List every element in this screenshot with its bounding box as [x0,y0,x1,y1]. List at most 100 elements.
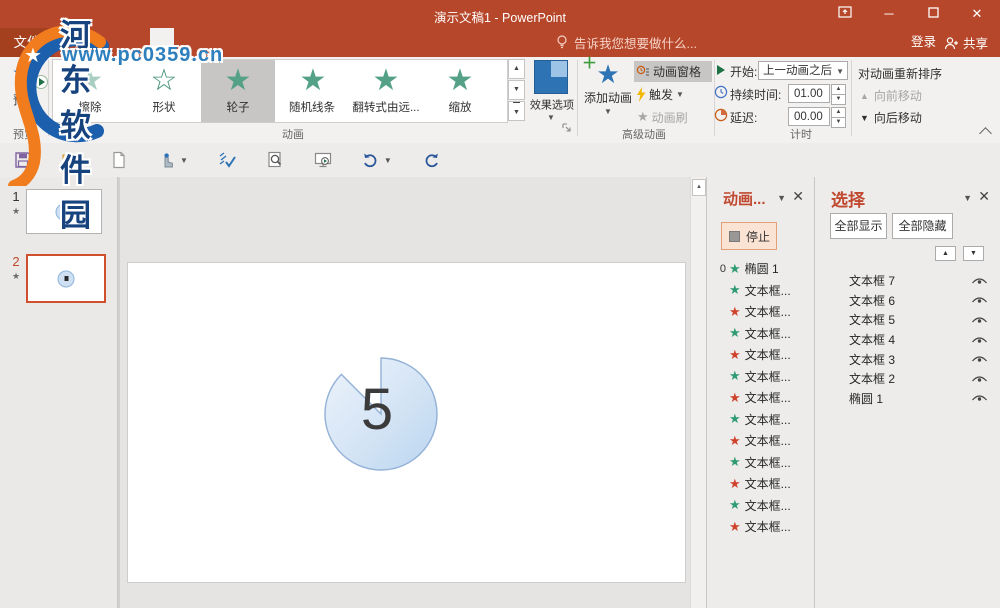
show-all-button[interactable]: 全部显示 [830,213,887,239]
trigger-dropdown-arrow[interactable]: ▼ [676,90,684,99]
anim-item-textbox[interactable]: ★ 文本框... [717,516,812,538]
tab-insert[interactable] [78,28,102,57]
anim-item-textbox[interactable]: ★ 文本框... [717,387,812,409]
animation-dialog-launcher[interactable] [562,123,572,133]
anim-item-textbox[interactable]: ★ 文本框... [717,280,812,302]
tell-me-box[interactable]: 告诉我您想要做什么... [556,28,697,57]
duration-spinner[interactable]: ▲▼ [831,84,846,105]
selection-move-down-button[interactable]: ▼ [963,246,984,261]
spell-check-button[interactable] [218,151,236,169]
visibility-eye-icon[interactable] [971,335,988,345]
pointer-mode-dropdown-arrow[interactable]: ▼ [180,156,188,165]
selection-move-up-button[interactable]: ▲ [935,246,956,261]
sel-item-textbox-2[interactable]: 文本框 2 [815,369,1000,389]
tab-design[interactable] [102,28,126,57]
sel-item-ellipse-1[interactable]: 椭圆 1 [815,389,1000,409]
effect-options-button[interactable]: 效果选项 ▼ [528,59,574,122]
anim-item-textbox[interactable]: ★ 文本框... [717,366,812,388]
visibility-eye-icon[interactable] [971,276,988,286]
selection-pane-menu-arrow[interactable]: ▼ [963,193,972,203]
pointer-mode-button[interactable] [158,151,176,169]
anim-item-textbox[interactable]: ★ 文本框... [717,301,812,323]
redo-button[interactable] [422,151,440,169]
effect-options-dropdown-arrow[interactable]: ▼ [528,113,574,122]
maximize-button[interactable] [920,5,946,23]
move-later-button[interactable]: ▼ 向后移动 [860,109,922,126]
preview-dropdown-arrow[interactable]: ▼ [4,109,46,118]
slide-canvas[interactable]: 5 [127,262,686,583]
duration-input[interactable]: 01.00 [788,84,830,103]
preview-button[interactable]: ★ 预览 ▼ [4,59,46,118]
anim-item-textbox[interactable]: ★ 文本框... [717,409,812,431]
sel-item-textbox-6[interactable]: 文本框 6 [815,291,1000,311]
move-earlier-button[interactable]: ▲ 向前移动 [860,87,922,104]
visibility-eye-icon[interactable] [971,354,988,364]
visibility-eye-icon[interactable] [971,315,988,325]
tab-developer[interactable] [246,28,270,57]
anim-item-textbox[interactable]: ★ 文本框... [717,452,812,474]
sel-item-textbox-7[interactable]: 文本框 7 [815,271,1000,291]
sel-item-textbox-4[interactable]: 文本框 4 [815,330,1000,350]
visibility-eye-icon[interactable] [971,374,988,384]
visibility-eye-icon[interactable] [971,393,988,403]
hide-all-button[interactable]: 全部隐藏 [892,213,953,239]
open-button[interactable] [62,151,80,169]
tab-slideshow[interactable] [174,28,198,57]
undo-button[interactable] [362,151,380,169]
add-animation-dropdown-arrow[interactable]: ▼ [580,107,636,116]
save-button[interactable] [14,151,32,169]
delay-spinner[interactable]: ▲▼ [831,107,846,128]
scroll-up-button[interactable]: ▲ [692,179,706,196]
slide-thumbnail-image[interactable] [26,189,102,234]
vertical-scrollbar[interactable]: ▲ [690,177,706,608]
anim-item-ellipse-1[interactable]: 0 ★ 椭圆 1 [717,258,812,280]
trigger-button[interactable]: 触发 ▼ [637,85,684,103]
gallery-scroll-up-button[interactable]: ▲ [508,59,525,79]
slide-thumbnail-2[interactable]: 2 ★ [6,254,109,303]
anim-effect-shape[interactable]: ☆ 形状 [127,60,201,122]
close-button[interactable]: ✕ [964,5,990,23]
anim-item-textbox[interactable]: ★ 文本框... [717,323,812,345]
animation-pane-menu-arrow[interactable]: ▼ [777,193,786,203]
anim-item-textbox[interactable]: ★ 文本框... [717,344,812,366]
visibility-eye-icon[interactable] [971,295,988,305]
anim-effect-wheel[interactable]: ★ 轮子 [201,60,275,122]
start-slideshow-button[interactable] [314,151,332,169]
gallery-more-button[interactable]: ▼ [508,101,525,121]
tab-file[interactable]: 文件 [0,28,54,57]
animation-indicator-star-icon[interactable]: ★ [6,206,26,217]
sign-in-button[interactable]: 登录 [911,28,936,57]
minimize-button[interactable]: ─ [876,5,902,23]
sel-item-textbox-3[interactable]: 文本框 3 [815,349,1000,369]
selection-pane-close-icon[interactable]: ✕ [978,188,990,205]
sel-item-textbox-5[interactable]: 文本框 5 [815,310,1000,330]
animation-indicator-star-icon[interactable]: ★ [6,271,26,282]
collapse-ribbon-button[interactable] [979,127,992,140]
add-animation-button[interactable]: ★＋ 添加动画 ▼ [580,59,636,116]
tab-home[interactable] [54,28,78,57]
anim-effect-random-bars[interactable]: ★ 随机线条 [275,60,349,122]
anim-item-textbox[interactable]: ★ 文本框... [717,495,812,517]
share-button[interactable]: 共享 [938,28,994,57]
undo-dropdown-arrow[interactable]: ▼ [384,156,392,165]
tab-animations[interactable] [150,28,174,57]
gallery-scroll-down-button[interactable]: ▼ [508,80,525,100]
stop-button[interactable]: 停止 [721,222,777,250]
slide-thumbnail-image[interactable] [26,254,106,303]
ribbon-display-options-button[interactable] [832,5,858,23]
tab-view[interactable] [222,28,246,57]
slide-thumbnail-1[interactable]: 1 ★ [6,189,109,234]
anim-effect-wipe[interactable]: ★ 擦除 [53,60,127,122]
print-preview-button[interactable] [266,151,284,169]
anim-effect-fly-in[interactable]: ★ 翻转式由远... [349,60,423,122]
anim-effect-zoom[interactable]: ★ 缩放 [423,60,497,122]
anim-item-textbox[interactable]: ★ 文本框... [717,430,812,452]
new-document-button[interactable] [110,151,128,169]
anim-item-textbox[interactable]: ★ 文本框... [717,473,812,495]
animation-painter-button[interactable]: ★ 动画刷 [637,108,688,126]
animation-pane-button[interactable]: 动画窗格 [634,61,712,82]
start-select[interactable]: 上一动画之后 ▼ [758,61,848,80]
delay-input[interactable]: 00.00 [788,107,830,126]
animation-pane-close-icon[interactable]: ✕ [792,188,804,205]
tab-transitions[interactable] [126,28,150,57]
